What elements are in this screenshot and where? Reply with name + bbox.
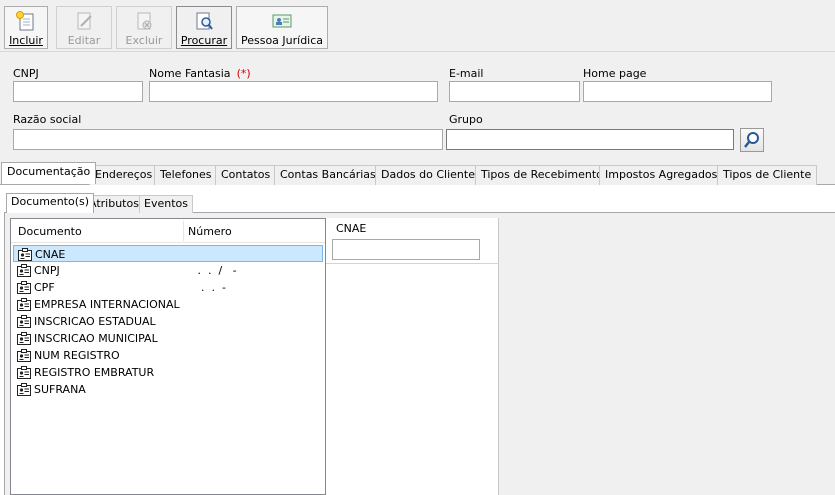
cnpj-label: CNPJ: [13, 67, 39, 80]
search-icon: [744, 132, 759, 148]
id-card-icon: [17, 264, 31, 277]
column-documento[interactable]: Documento: [18, 225, 82, 238]
table-row[interactable]: INSCRICAO MUNICIPAL: [13, 330, 323, 347]
nome-fantasia-field[interactable]: [149, 81, 438, 102]
pessoa-juridica-button[interactable]: Pessoa Jurídica: [236, 6, 328, 49]
table-row[interactable]: NUM REGISTRO: [13, 347, 323, 364]
id-card-icon: [17, 315, 31, 328]
document-name: SUFRANA: [34, 383, 86, 396]
grid-header: Documento Número: [11, 219, 325, 243]
new-document-icon: [15, 10, 37, 32]
document-name: INSCRICAO ESTADUAL: [34, 315, 156, 328]
nome-fantasia-label: Nome Fantasia (*): [149, 67, 251, 80]
home-page-field[interactable]: [583, 81, 772, 102]
document-number: . . / -: [194, 264, 237, 277]
razao-social-label: Razão social: [13, 113, 82, 126]
edit-document-icon: [73, 10, 95, 32]
tab-tipos-de-cliente[interactable]: Tipos de Cliente: [717, 165, 818, 185]
grupo-label: Grupo: [449, 113, 483, 126]
cnae-label: CNAE: [336, 222, 367, 235]
document-name: CNPJ: [34, 264, 60, 277]
editar-button[interactable]: Editar: [56, 6, 112, 49]
table-row[interactable]: CPF . . -: [13, 279, 323, 296]
subtab-eventos[interactable]: Eventos: [139, 195, 193, 213]
table-row[interactable]: CNAE: [13, 245, 323, 262]
main-tabs: Documentação Endereços Telefones Contato…: [0, 162, 835, 185]
email-label: E-mail: [449, 67, 484, 80]
cnae-header: CNAE: [326, 218, 498, 264]
id-card-icon: [18, 248, 32, 261]
subtab-documentos[interactable]: Documento(s): [6, 193, 95, 213]
company-card-icon: [271, 10, 293, 32]
id-card-icon: [17, 349, 31, 362]
tab-impostos-agregados[interactable]: Impostos Agregados: [599, 165, 724, 185]
tab-tipos-de-recebimento[interactable]: Tipos de Recebimento: [475, 165, 609, 185]
table-row[interactable]: SUFRANA: [13, 381, 323, 398]
cnae-field[interactable]: [332, 239, 480, 260]
column-separator: [183, 221, 184, 241]
id-card-icon: [17, 332, 31, 345]
tab-contatos[interactable]: Contatos: [215, 165, 277, 185]
tab-dados-do-cliente[interactable]: Dados do Cliente: [375, 165, 481, 185]
procurar-label: Procurar: [180, 34, 228, 47]
excluir-label: Excluir: [125, 34, 163, 47]
incluir-label: Incluir: [9, 34, 43, 47]
documents-grid[interactable]: Documento Número CNAE CNPJ . . / - CPF . .…: [10, 218, 326, 495]
delete-document-icon: [133, 10, 155, 32]
document-name: INSCRICAO MUNICIPAL: [34, 332, 158, 345]
tab-contas-bancarias[interactable]: Contas Bancárias: [274, 165, 382, 185]
document-name: CPF: [34, 281, 55, 294]
table-row[interactable]: REGISTRO EMBRATUR: [13, 364, 323, 381]
required-marker: (*): [236, 67, 251, 80]
cnpj-field[interactable]: [13, 81, 143, 102]
procurar-button[interactable]: Procurar: [176, 6, 232, 49]
tab-telefones[interactable]: Telefones: [154, 165, 218, 185]
document-number: . . -: [194, 281, 226, 294]
table-row[interactable]: INSCRICAO ESTADUAL: [13, 313, 323, 330]
id-card-icon: [17, 298, 31, 311]
grupo-field[interactable]: [446, 129, 734, 150]
email-field[interactable]: [449, 81, 580, 102]
table-row[interactable]: CNPJ . . / -: [13, 262, 323, 279]
incluir-button[interactable]: Incluir: [4, 6, 48, 49]
editar-label: Editar: [67, 34, 101, 47]
table-row[interactable]: EMPRESA INTERNACIONAL: [13, 296, 323, 313]
tab-documentacao[interactable]: Documentação: [1, 162, 97, 184]
excluir-button[interactable]: Excluir: [116, 6, 172, 49]
razao-social-field[interactable]: [13, 129, 443, 150]
document-name: EMPRESA INTERNACIONAL: [34, 298, 180, 311]
id-card-icon: [17, 281, 31, 294]
pessoa-juridica-label: Pessoa Jurídica: [240, 34, 324, 47]
grupo-search-button[interactable]: [740, 128, 764, 152]
empty-panel: [499, 218, 835, 495]
document-name: REGISTRO EMBRATUR: [34, 366, 155, 379]
toolbar: Incluir Editar Excluir Procurar Pessoa J…: [0, 0, 835, 52]
id-card-icon: [17, 383, 31, 396]
document-name: NUM REGISTRO: [34, 349, 120, 362]
home-page-label: Home page: [583, 67, 647, 80]
tab-enderecos[interactable]: Endereços: [89, 165, 159, 185]
document-name: CNAE: [35, 248, 66, 261]
id-card-icon: [17, 366, 31, 379]
cnae-panel: CNAE: [326, 218, 499, 495]
search-document-icon: [193, 10, 215, 32]
column-numero[interactable]: Número: [188, 225, 232, 238]
